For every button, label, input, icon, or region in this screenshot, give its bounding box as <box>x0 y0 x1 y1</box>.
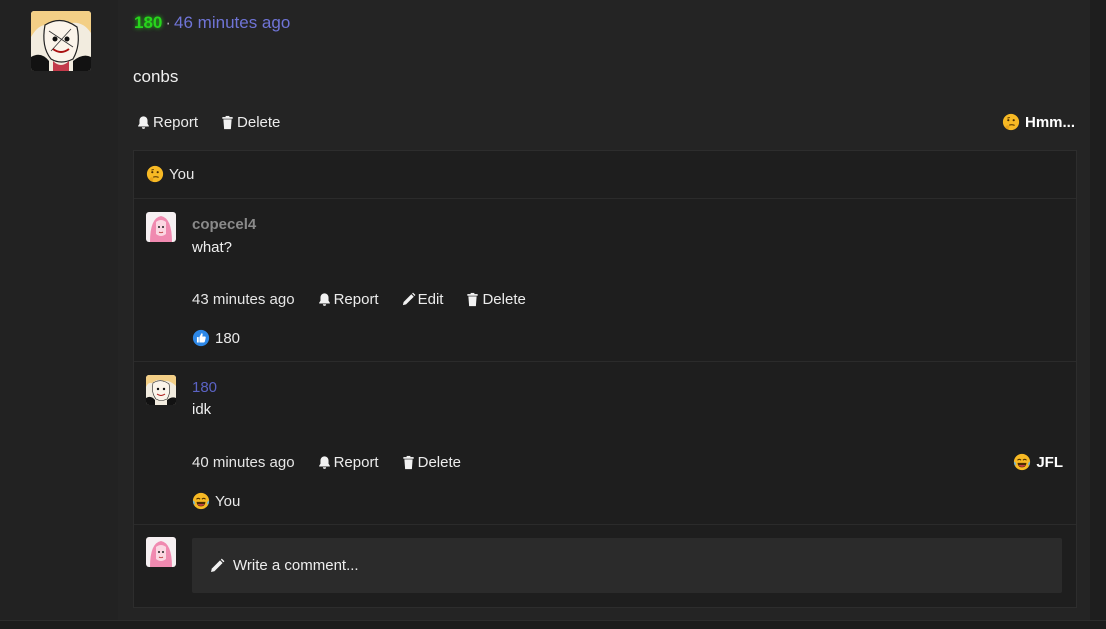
divider <box>134 361 1076 362</box>
comment-delete-button[interactable]: Delete <box>465 291 526 308</box>
comment-reaction-user[interactable]: 180 <box>215 330 240 347</box>
post-delete-button[interactable]: Delete <box>220 114 280 131</box>
post-report-button[interactable]: Report <box>136 114 198 131</box>
bell-icon <box>317 455 332 470</box>
delete-label: Delete <box>417 454 461 471</box>
bell-icon <box>317 292 332 307</box>
post-actions: Report Delete <box>136 114 302 131</box>
post-timestamp[interactable]: 46 minutes ago <box>174 13 290 32</box>
current-user-avatar[interactable] <box>146 537 176 567</box>
header-separator: · <box>165 13 172 32</box>
trash-icon <box>401 455 416 470</box>
trash-icon <box>465 292 480 307</box>
post-reaction-button[interactable]: Hmm... <box>1002 113 1075 131</box>
post-header: 180 · 46 minutes ago <box>134 13 290 33</box>
comment-author-avatar[interactable] <box>146 375 176 405</box>
comment-reaction-user[interactable]: You <box>215 493 240 510</box>
post-author-avatar[interactable] <box>31 11 91 71</box>
tears-of-joy-emoji <box>192 492 210 510</box>
comment-report-button[interactable]: Report <box>317 454 379 471</box>
comment-timestamp[interactable]: 40 minutes ago <box>192 454 295 471</box>
comment-reaction-button[interactable]: JFL <box>1013 453 1063 471</box>
post-reaction-user[interactable]: You <box>169 166 194 183</box>
comment-body: idk <box>192 401 212 418</box>
delete-label: Delete <box>482 291 526 308</box>
right-gutter <box>1090 0 1106 620</box>
comment-report-button[interactable]: Report <box>317 291 379 308</box>
report-label: Report <box>333 291 379 308</box>
edit-label: Edit <box>417 291 444 308</box>
report-label: Report <box>153 114 199 131</box>
post-reactions-list: You <box>146 165 194 183</box>
trash-icon <box>220 115 235 130</box>
tears-of-joy-emoji <box>1013 453 1031 471</box>
write-comment-input[interactable]: Write a comment... <box>192 538 1062 593</box>
pencil-icon <box>401 292 416 307</box>
comment-delete-button[interactable]: Delete <box>401 454 461 471</box>
thinking-face-emoji <box>1002 113 1020 131</box>
comment-reaction-label: JFL <box>1036 453 1063 471</box>
post-author-name[interactable]: 180 <box>134 13 162 32</box>
comment-timestamp[interactable]: 43 minutes ago <box>192 291 295 308</box>
comment-body: what? <box>192 239 233 256</box>
comment-edit-button[interactable]: Edit <box>401 291 444 308</box>
comment-actions: 40 minutes ago Report Delete <box>192 454 483 471</box>
post-body: conbs <box>133 67 179 86</box>
bell-icon <box>136 115 151 130</box>
pencil-icon <box>209 558 225 574</box>
thinking-face-emoji <box>146 165 164 183</box>
divider <box>134 198 1076 199</box>
comment-actions: 43 minutes ago Report Edit Delete <box>192 291 548 308</box>
write-comment-placeholder: Write a comment... <box>233 557 359 574</box>
comment-author-avatar[interactable] <box>146 212 176 242</box>
comment-reactions-list: 180 <box>192 329 240 347</box>
comment-reactions-list: You <box>192 492 240 510</box>
thumbs-up-emoji <box>192 329 210 347</box>
comment-author-name[interactable]: 180 <box>192 379 217 396</box>
comments-thread: You copecel4 what? 43 minutes ago Report… <box>133 150 1077 608</box>
delete-label: Delete <box>237 114 281 131</box>
post-reaction-label: Hmm... <box>1024 113 1075 131</box>
comment-author-name[interactable]: copecel4 <box>192 216 256 233</box>
report-label: Report <box>333 454 379 471</box>
left-gutter <box>0 0 118 620</box>
divider <box>134 524 1076 525</box>
